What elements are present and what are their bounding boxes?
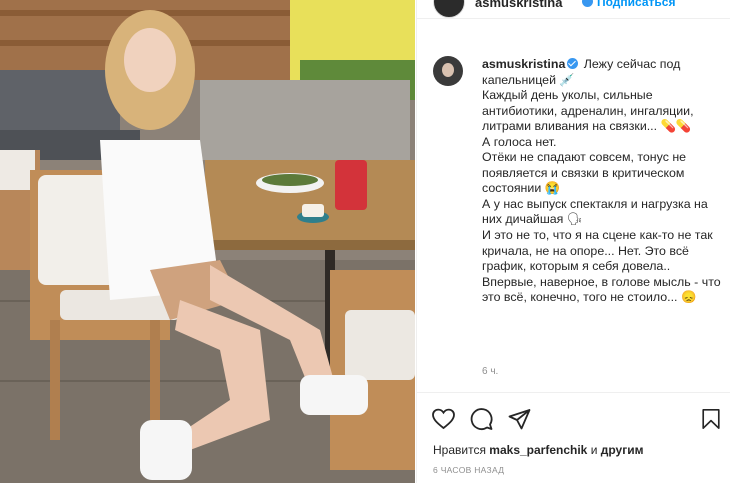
heart-icon[interactable] — [431, 407, 456, 431]
post-caption: asmuskristina Лежу сейчас под капельнице… — [482, 57, 722, 306]
caption-avatar[interactable] — [433, 56, 463, 86]
likes-summary: Нравится maks_parfenchik и другим — [433, 443, 643, 457]
avatar-face — [442, 63, 454, 77]
caption-text: Лежу сейчас под капельницей 💉 Каждый ден… — [482, 57, 721, 305]
share-icon[interactable] — [507, 407, 532, 431]
post-detail-panel: asmuskristina Подписаться asmuskristina … — [416, 0, 730, 483]
likes-prefix: Нравится — [433, 443, 490, 457]
verified-badge-icon — [567, 58, 579, 69]
post-header: asmuskristina Подписаться — [417, 0, 730, 19]
caption-username[interactable]: asmuskristina — [482, 57, 565, 71]
follow-button[interactable]: Подписаться — [597, 0, 675, 9]
likes-others-link[interactable]: другим — [601, 443, 644, 457]
post-actions-section: Нравится maks_parfenchik и другим 6 ЧАСО… — [417, 392, 730, 483]
post-photo[interactable] — [0, 0, 415, 483]
bookmark-icon[interactable] — [700, 407, 722, 431]
verified-badge-icon — [582, 0, 593, 7]
likes-username-link[interactable]: maks_parfenchik — [489, 443, 587, 457]
author-avatar[interactable] — [433, 0, 465, 18]
comment-icon[interactable] — [469, 407, 494, 431]
caption-timestamp[interactable]: 6 ч. — [482, 366, 498, 377]
author-username[interactable]: asmuskristina — [475, 0, 562, 10]
post-image — [0, 0, 415, 483]
likes-and-others: и — [587, 443, 601, 457]
post-time-ago[interactable]: 6 ЧАСОВ НАЗАД — [433, 465, 504, 475]
